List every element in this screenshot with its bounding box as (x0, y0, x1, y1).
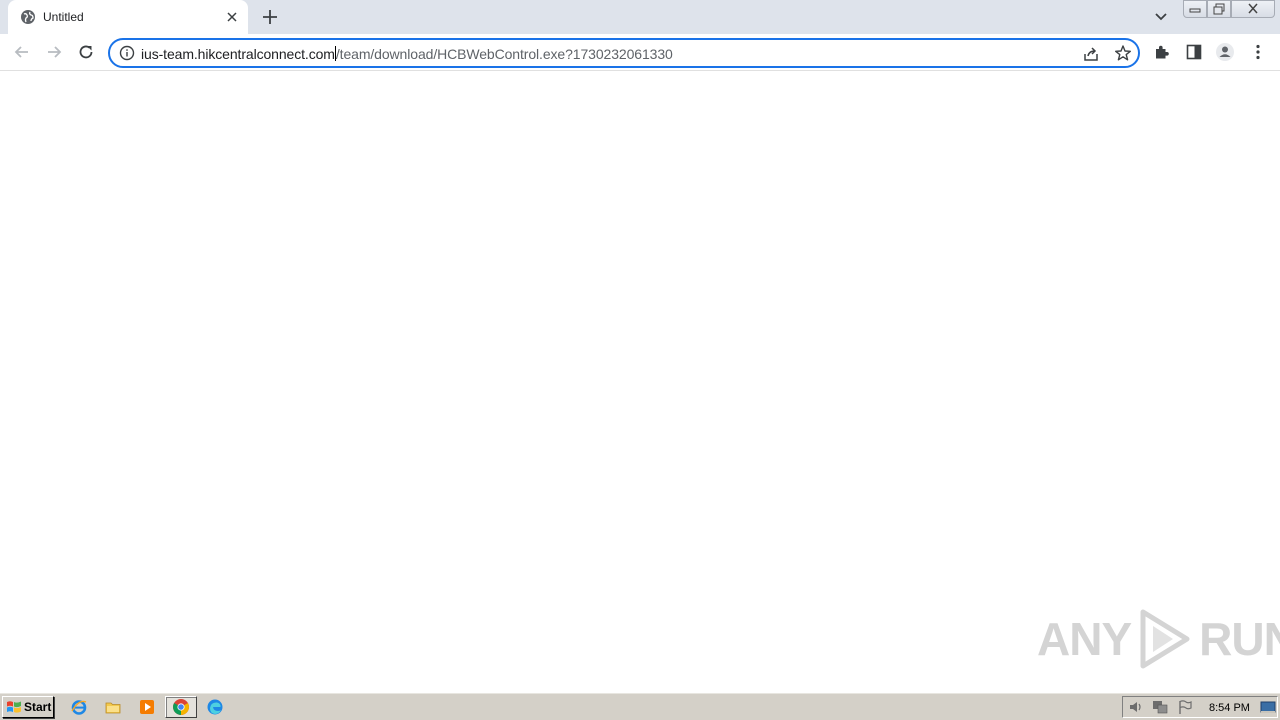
back-arrow-icon[interactable] (12, 42, 32, 62)
minimize-button[interactable] (1183, 0, 1207, 18)
tab-untitled[interactable]: Untitled (8, 0, 248, 34)
chrome-icon (173, 699, 189, 715)
edge-icon[interactable] (206, 698, 224, 716)
close-window-button[interactable] (1231, 0, 1275, 18)
watermark-text-right: RUN (1199, 613, 1280, 665)
globe-icon (21, 10, 35, 24)
screen: Untitled ius-team.hikcentralconnect.com/… (0, 0, 1280, 720)
anyrun-watermark: ANY RUN (1037, 606, 1280, 672)
system-tray (1122, 696, 1278, 718)
side-panel-icon[interactable] (1184, 42, 1204, 62)
forward-arrow-icon[interactable] (44, 42, 64, 62)
ie-icon[interactable] (70, 698, 88, 716)
url-path: /team/download/HCBWebControl.exe?1730232… (335, 46, 673, 62)
share-icon[interactable] (1082, 45, 1100, 63)
taskbar: Start 8:54 PM (0, 692, 1280, 720)
plus-icon[interactable] (261, 8, 279, 26)
profile-avatar-icon[interactable] (1215, 42, 1235, 62)
page-content (0, 72, 1280, 692)
url-text[interactable]: ius-team.hikcentralconnect.com/team/down… (141, 46, 673, 62)
more-menu-icon[interactable] (1248, 42, 1268, 62)
restore-icon (1213, 3, 1225, 15)
play-logo-icon (1140, 609, 1190, 669)
chrome-taskbar-button[interactable] (165, 696, 197, 718)
reload-icon[interactable] (76, 42, 96, 62)
show-desktop-icon[interactable] (1260, 699, 1276, 715)
restore-button[interactable] (1207, 0, 1231, 18)
info-icon[interactable] (119, 45, 135, 61)
minimize-icon (1189, 8, 1201, 13)
close-tab-icon[interactable] (224, 9, 240, 25)
start-button[interactable]: Start (2, 696, 54, 718)
url-host: ius-team.hikcentralconnect.com (141, 46, 335, 62)
volume-icon[interactable] (1128, 699, 1144, 715)
start-label: Start (24, 700, 52, 714)
chevron-down-icon[interactable] (1153, 10, 1169, 24)
clock[interactable]: 8:54 PM (1209, 702, 1250, 714)
network-icon[interactable] (1152, 699, 1168, 715)
tab-title: Untitled (43, 10, 84, 24)
watermark-text-left: ANY (1037, 613, 1132, 665)
browser-toolbar: ius-team.hikcentralconnect.com/team/down… (0, 34, 1280, 71)
address-bar[interactable]: ius-team.hikcentralconnect.com/team/down… (108, 38, 1140, 68)
tab-strip: Untitled (0, 0, 1280, 34)
windows-logo-icon (7, 701, 21, 713)
folder-icon[interactable] (104, 698, 122, 716)
extensions-puzzle-icon[interactable] (1152, 42, 1172, 62)
bookmark-star-icon[interactable] (1114, 44, 1132, 62)
close-icon (1248, 3, 1258, 14)
media-player-icon[interactable] (138, 698, 156, 716)
action-center-flag-icon[interactable] (1177, 699, 1193, 715)
